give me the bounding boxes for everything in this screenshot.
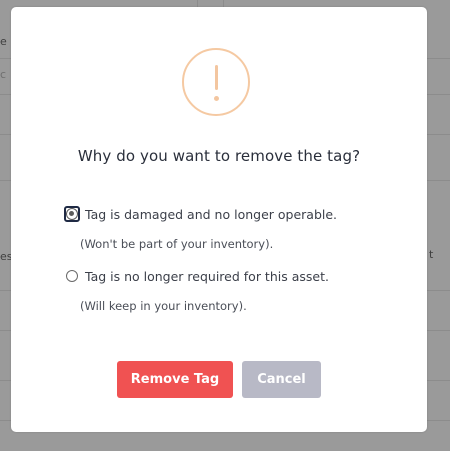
- remove-tag-dialog: Why do you want to remove the tag? Tag i…: [11, 7, 427, 432]
- remove-tag-button[interactable]: Remove Tag: [117, 361, 233, 398]
- radio-damaged[interactable]: [66, 208, 78, 220]
- option-damaged-note: (Won't be part of your inventory).: [80, 237, 274, 251]
- cancel-button[interactable]: Cancel: [242, 361, 321, 398]
- background-divider: [197, 0, 198, 7]
- option-damaged[interactable]: Tag is damaged and no longer operable.: [64, 206, 337, 222]
- option-not-required-label[interactable]: Tag is no longer required for this asset…: [85, 269, 329, 284]
- radio-wrap[interactable]: [64, 268, 80, 284]
- exclamation-dot: [214, 96, 219, 101]
- warning-exclamation-icon: [182, 48, 250, 116]
- background-text: t: [429, 248, 434, 261]
- exclamation-bar: [215, 65, 218, 90]
- option-not-required[interactable]: Tag is no longer required for this asset…: [64, 268, 329, 284]
- dialog-question: Why do you want to remove the tag?: [77, 147, 361, 165]
- background-divider: [223, 0, 224, 7]
- background-text: c: [0, 68, 7, 81]
- radio-not-required[interactable]: [66, 270, 78, 282]
- option-damaged-label[interactable]: Tag is damaged and no longer operable.: [85, 207, 337, 222]
- option-not-required-note: (Will keep in your inventory).: [80, 299, 247, 313]
- radio-focus-ring[interactable]: [64, 206, 80, 222]
